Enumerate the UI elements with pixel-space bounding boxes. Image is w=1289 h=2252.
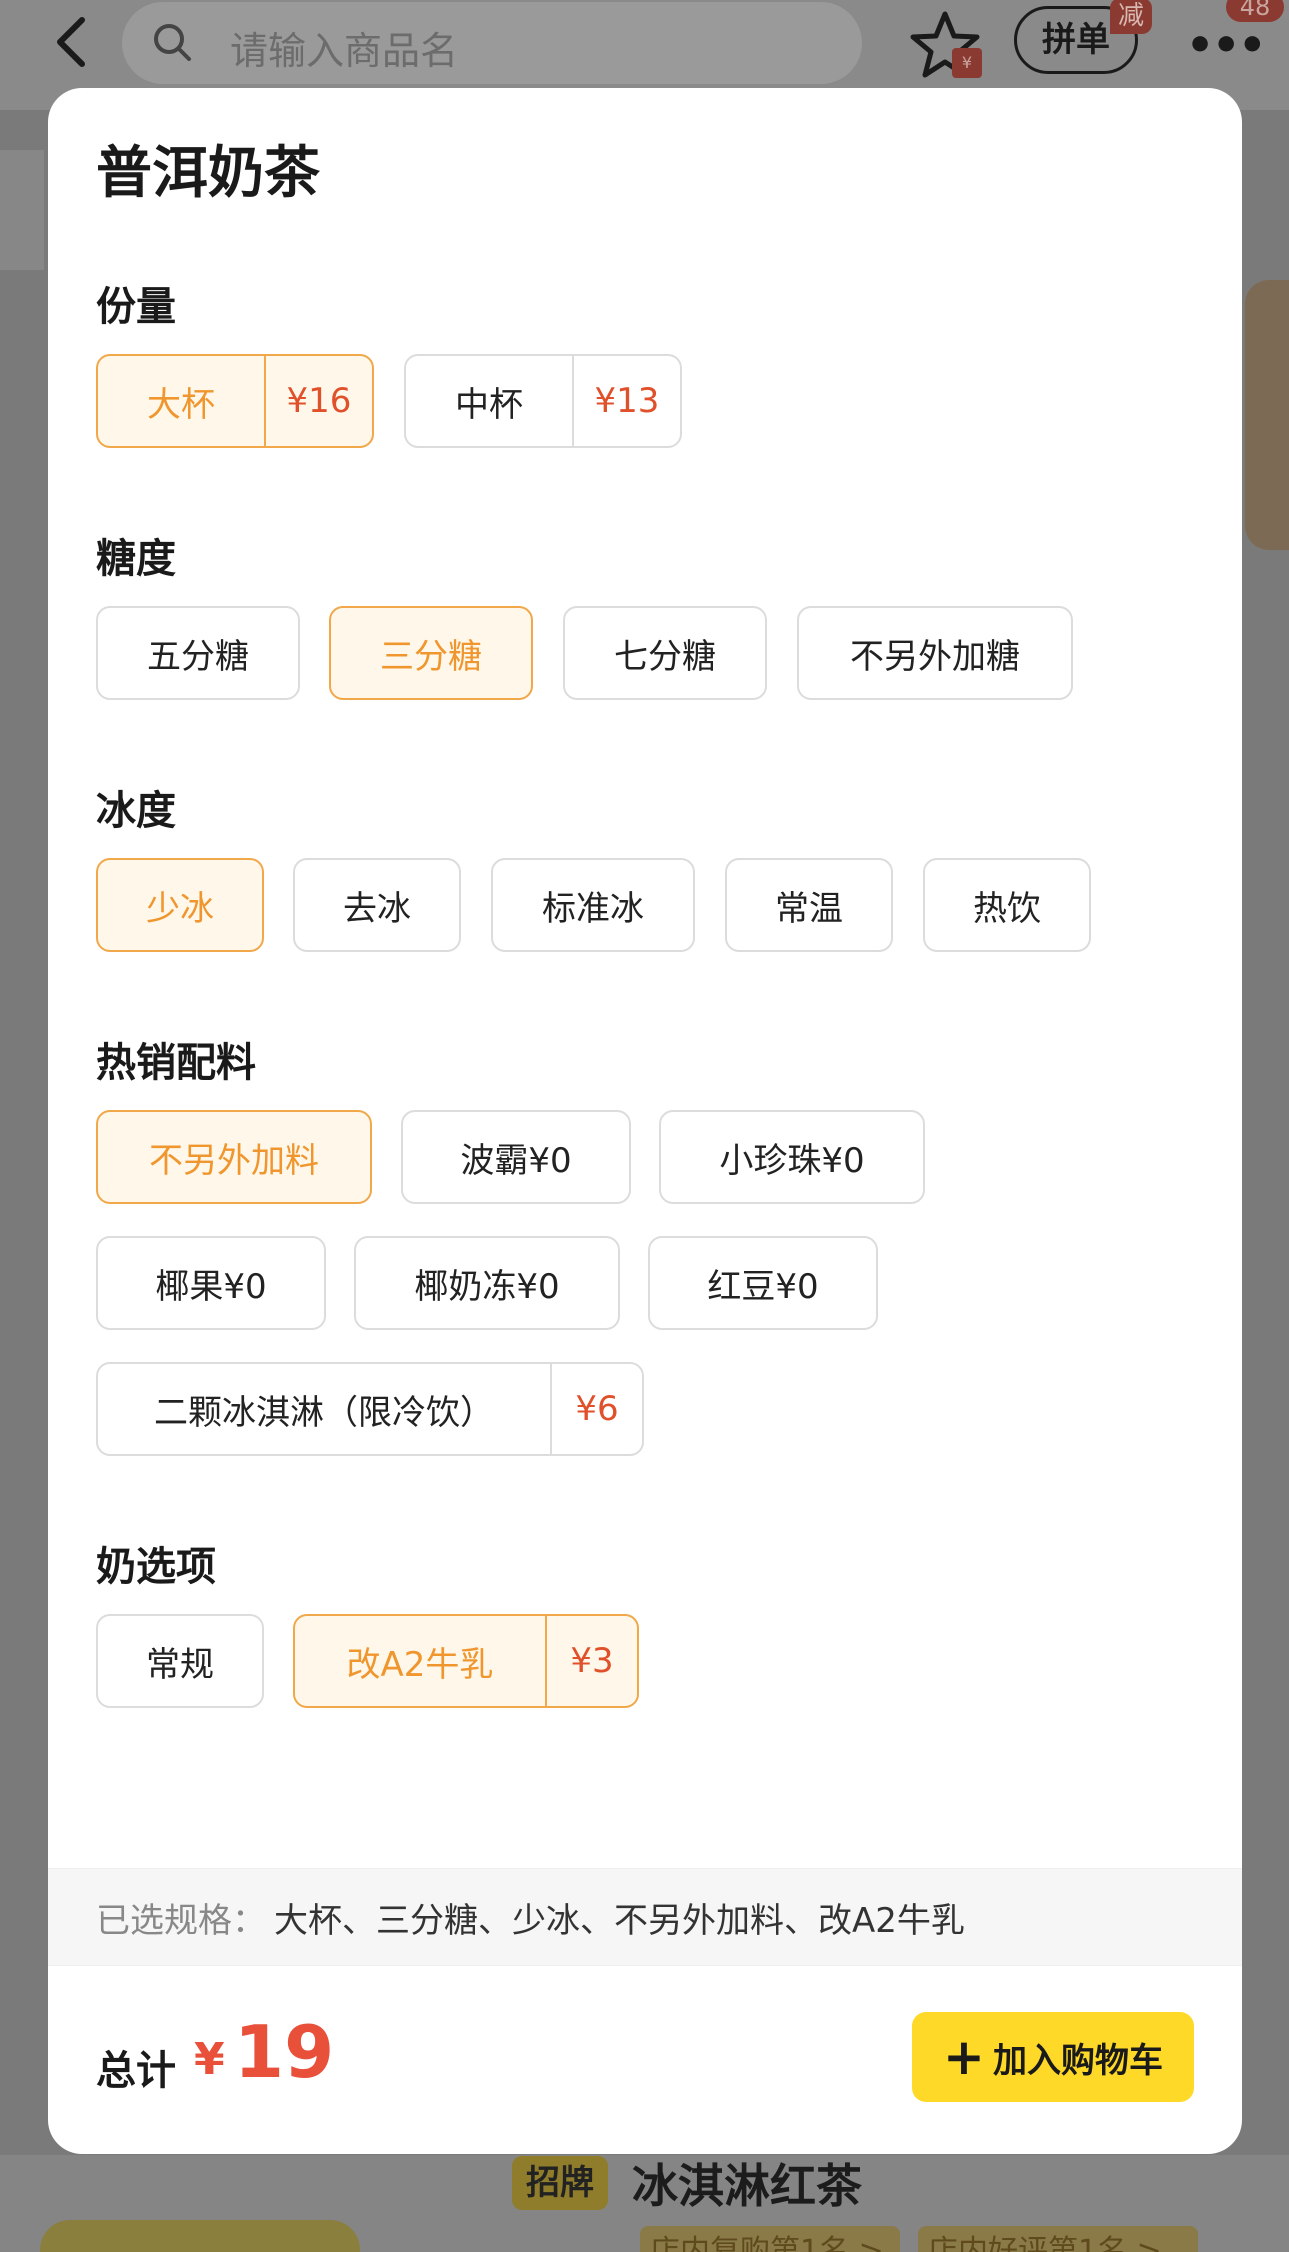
group-title-ice: 冰度 (96, 788, 176, 834)
discount-badge: 减 (1110, 0, 1152, 34)
coupon-badge: ¥ (952, 48, 982, 78)
option-topping-none[interactable]: 不另外加料 (96, 1110, 372, 1204)
total-price: 19 (234, 2010, 335, 2094)
option-sugar-50[interactable]: 五分糖 (96, 606, 300, 700)
group-title-size: 份量 (96, 284, 176, 330)
option-label: 小珍珠¥0 (719, 1140, 865, 1181)
option-label: 中杯 (455, 384, 523, 425)
option-label: 红豆¥0 (707, 1266, 819, 1307)
total-label: 总计 (96, 2048, 176, 2094)
plus-icon: + (943, 2028, 985, 2086)
option-ice-less[interactable]: 少冰 (96, 858, 264, 952)
rank-tag-rating[interactable]: 店内好评第1名 > (918, 2226, 1198, 2252)
option-label: 二颗冰淇淋（限冷饮） (154, 1392, 494, 1433)
group-title-sugar: 糖度 (96, 536, 176, 582)
option-label: 常规 (146, 1644, 214, 1685)
option-label: 七分糖 (614, 636, 716, 677)
option-ice-none[interactable]: 去冰 (293, 858, 461, 952)
search-placeholder: 请输入商品名 (230, 29, 459, 73)
option-label: 常温 (775, 888, 843, 929)
option-topping-boba[interactable]: 波霸¥0 (401, 1110, 631, 1204)
selected-specs-value: 大杯、三分糖、少冰、不另外加料、改A2牛乳 (274, 1900, 965, 1941)
add-to-cart-button[interactable]: + 加入购物车 (912, 2012, 1194, 2102)
option-label: 改A2牛乳 (346, 1644, 494, 1685)
option-ice-standard[interactable]: 标准冰 (491, 858, 695, 952)
option-price: ¥3 (545, 1616, 637, 1706)
group-title-milk: 奶选项 (96, 1544, 216, 1590)
option-topping-red-bean[interactable]: 红豆¥0 (648, 1236, 878, 1330)
message-count-badge: 48 (1226, 0, 1284, 22)
add-to-cart-label: 加入购物车 (992, 2040, 1163, 2081)
option-label: 椰果¥0 (155, 1266, 267, 1307)
product-title: 普洱奶茶 (96, 141, 320, 206)
selected-specs-label: 已选规格： (96, 1900, 266, 1941)
option-label: 标准冰 (542, 888, 644, 929)
option-label: 五分糖 (147, 636, 249, 677)
search-box[interactable]: 请输入商品名 (122, 2, 862, 84)
selected-specs-bar: 已选规格： 大杯、三分糖、少冰、不另外加料、改A2牛乳 (48, 1868, 1242, 1966)
spec-selection-modal: 普洱奶茶 份量 大杯 ¥16 中杯 ¥13 糖度 五分糖 三分糖 七分糖 不另外… (48, 88, 1242, 2154)
total-currency: ¥ (194, 2034, 225, 2085)
back-icon[interactable] (52, 14, 92, 70)
search-icon (152, 22, 192, 62)
background-product-image (1245, 280, 1289, 550)
option-topping-coconut-pudding[interactable]: 椰奶冻¥0 (354, 1236, 620, 1330)
background-product-name: 冰淇淋红茶 (632, 2159, 862, 2213)
option-price: ¥16 (264, 356, 372, 446)
option-milk-a2[interactable]: 改A2牛乳 ¥3 (293, 1614, 639, 1708)
option-size-large[interactable]: 大杯 ¥16 (96, 354, 374, 448)
option-label: 去冰 (343, 888, 411, 929)
background-promo-pill (40, 2220, 360, 2252)
option-topping-ice-cream[interactable]: 二颗冰淇淋（限冷饮） ¥6 (96, 1362, 644, 1456)
option-label: 大杯 (147, 384, 215, 425)
option-milk-regular[interactable]: 常规 (96, 1614, 264, 1708)
option-label: 不另外加料 (149, 1140, 319, 1181)
option-ice-hot[interactable]: 热饮 (923, 858, 1091, 952)
option-label: 波霸¥0 (460, 1140, 572, 1181)
option-label: 少冰 (146, 888, 214, 929)
background-sidebar (0, 150, 44, 270)
more-icon[interactable]: ••• (1186, 20, 1266, 71)
option-label: 不另外加糖 (850, 636, 1020, 677)
option-topping-small-pearl[interactable]: 小珍珠¥0 (659, 1110, 925, 1204)
option-label: 热饮 (973, 888, 1041, 929)
signature-badge: 招牌 (512, 2156, 608, 2210)
option-sugar-30[interactable]: 三分糖 (329, 606, 533, 700)
option-sugar-none[interactable]: 不另外加糖 (797, 606, 1073, 700)
group-title-toppings: 热销配料 (96, 1040, 256, 1086)
rank-tag-repurchase[interactable]: 店内复购第1名 > (640, 2226, 900, 2252)
option-price: ¥6 (550, 1364, 642, 1454)
option-label: 三分糖 (380, 636, 482, 677)
option-ice-room-temp[interactable]: 常温 (725, 858, 893, 952)
option-price: ¥13 (572, 356, 680, 446)
option-sugar-70[interactable]: 七分糖 (563, 606, 767, 700)
option-topping-coconut-jelly[interactable]: 椰果¥0 (96, 1236, 326, 1330)
option-label: 椰奶冻¥0 (414, 1266, 560, 1307)
option-size-medium[interactable]: 中杯 ¥13 (404, 354, 682, 448)
